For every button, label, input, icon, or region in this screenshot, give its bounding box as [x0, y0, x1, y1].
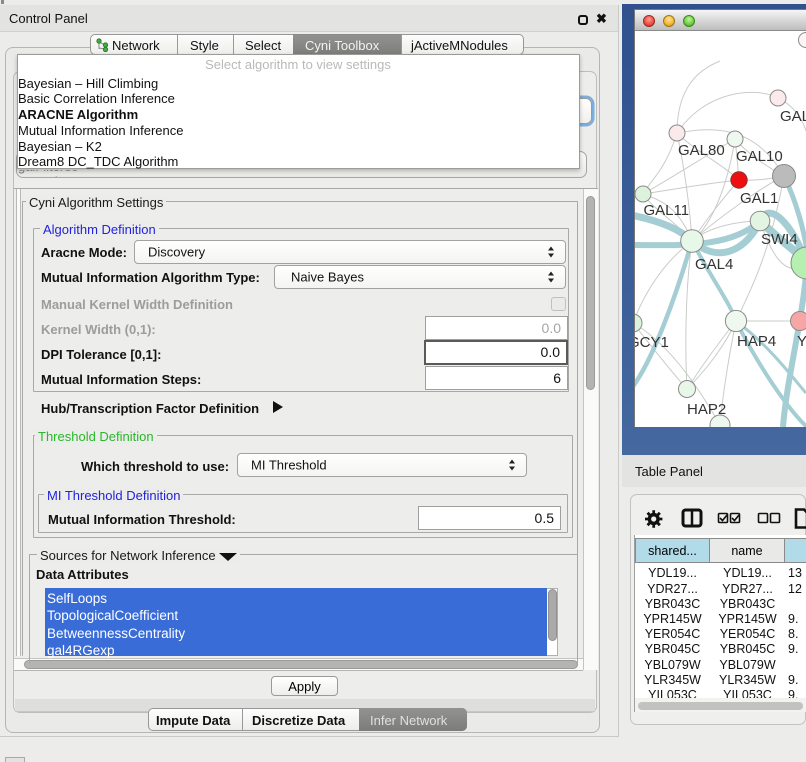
svg-text:SWI4: SWI4 — [761, 231, 798, 248]
svg-text:GAL7: GAL7 — [780, 108, 806, 125]
svg-text:GAL1: GAL1 — [740, 190, 778, 207]
svg-text:GAL11: GAL11 — [644, 202, 690, 219]
svg-text:GAL10: GAL10 — [736, 148, 783, 165]
svg-text:Y: Y — [797, 333, 806, 350]
svg-text:GCY1: GCY1 — [635, 334, 669, 351]
svg-text:GAL80: GAL80 — [678, 142, 725, 159]
svg-text:GAL4: GAL4 — [695, 256, 733, 273]
svg-text:HAP4: HAP4 — [737, 333, 776, 350]
svg-text:HAP2: HAP2 — [687, 401, 726, 418]
